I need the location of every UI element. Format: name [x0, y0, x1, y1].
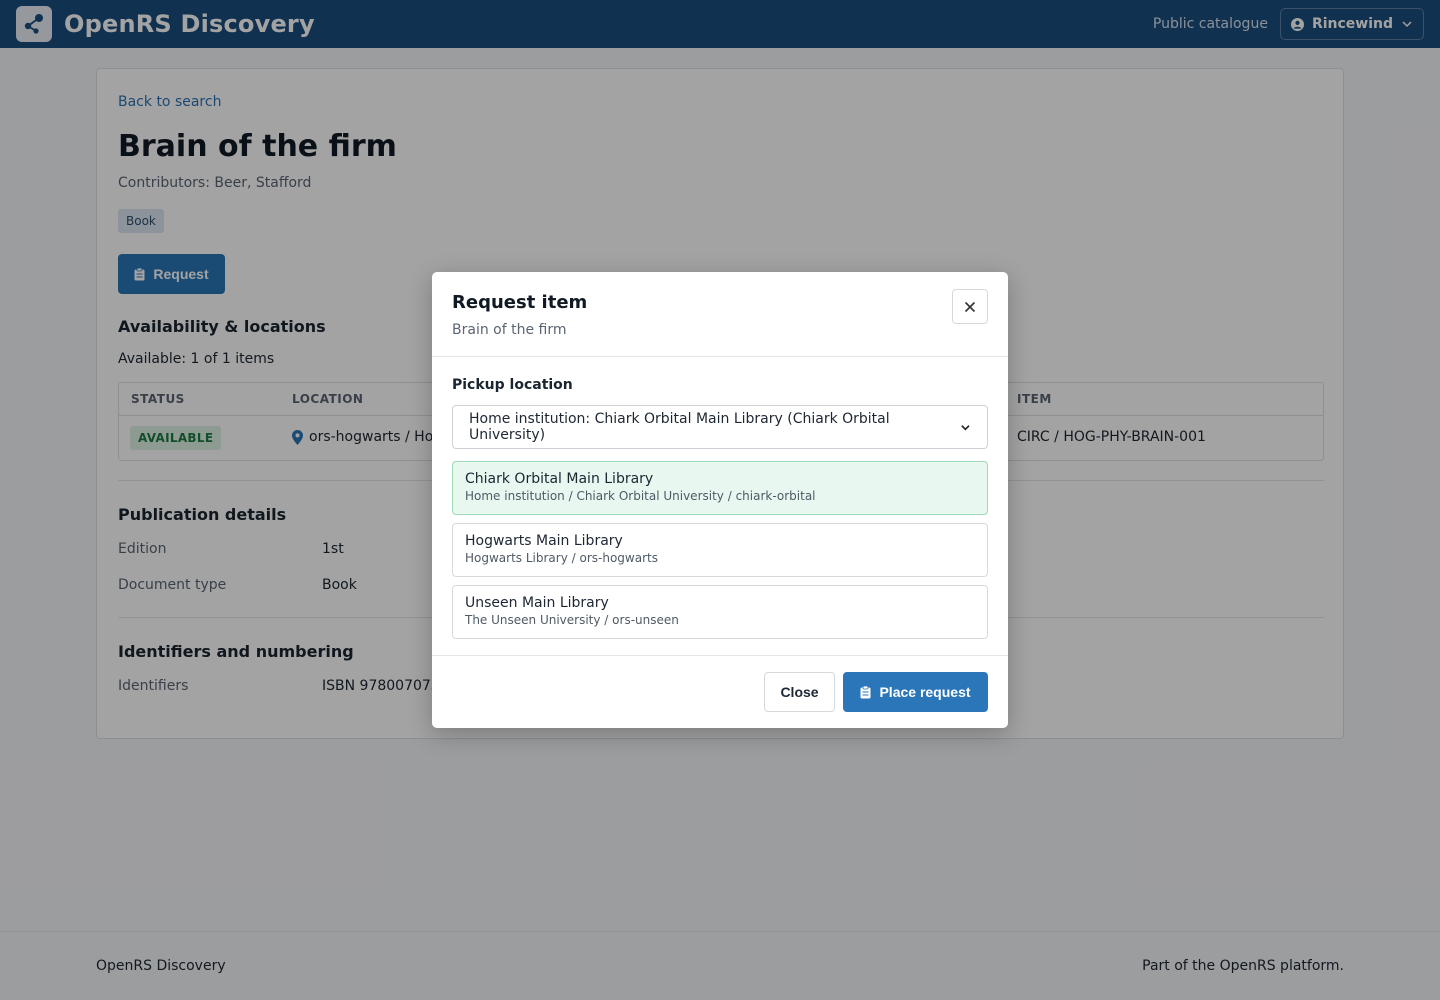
- pickup-location-selected-value: Home institution: Chiark Orbital Main Li…: [469, 411, 890, 443]
- pickup-option-chiark[interactable]: Chiark Orbital Main Library Home institu…: [452, 461, 988, 515]
- option-meta: The Unseen University / ors-unseen: [465, 613, 679, 627]
- modal-header: Request item Brain of the firm: [432, 272, 1008, 357]
- request-item-modal: Request item Brain of the firm Pickup lo…: [432, 272, 1008, 728]
- modal-close-button[interactable]: [952, 289, 988, 324]
- option-name: Hogwarts Main Library: [465, 533, 623, 549]
- pickup-location-select[interactable]: Home institution: Chiark Orbital Main Li…: [452, 405, 988, 449]
- clipboard-icon: [860, 685, 871, 698]
- close-icon: [964, 301, 976, 312]
- option-meta: Hogwarts Library / ors-hogwarts: [465, 551, 658, 565]
- modal-title: Request item: [452, 292, 588, 313]
- pickup-location-label: Pickup location: [452, 377, 573, 393]
- close-button[interactable]: Close: [764, 672, 835, 712]
- option-name: Unseen Main Library: [465, 595, 609, 611]
- pickup-option-hogwarts[interactable]: Hogwarts Main Library Hogwarts Library /…: [452, 523, 988, 577]
- chevron-down-icon: [961, 424, 970, 430]
- option-meta: Home institution / Chiark Orbital Univer…: [465, 489, 816, 503]
- modal-footer: Close Place request: [432, 655, 1008, 728]
- modal-subtitle: Brain of the firm: [452, 322, 567, 338]
- place-request-button[interactable]: Place request: [843, 672, 988, 712]
- place-request-label: Place request: [879, 684, 971, 700]
- pickup-option-unseen[interactable]: Unseen Main Library The Unseen Universit…: [452, 585, 988, 639]
- option-name: Chiark Orbital Main Library: [465, 471, 654, 487]
